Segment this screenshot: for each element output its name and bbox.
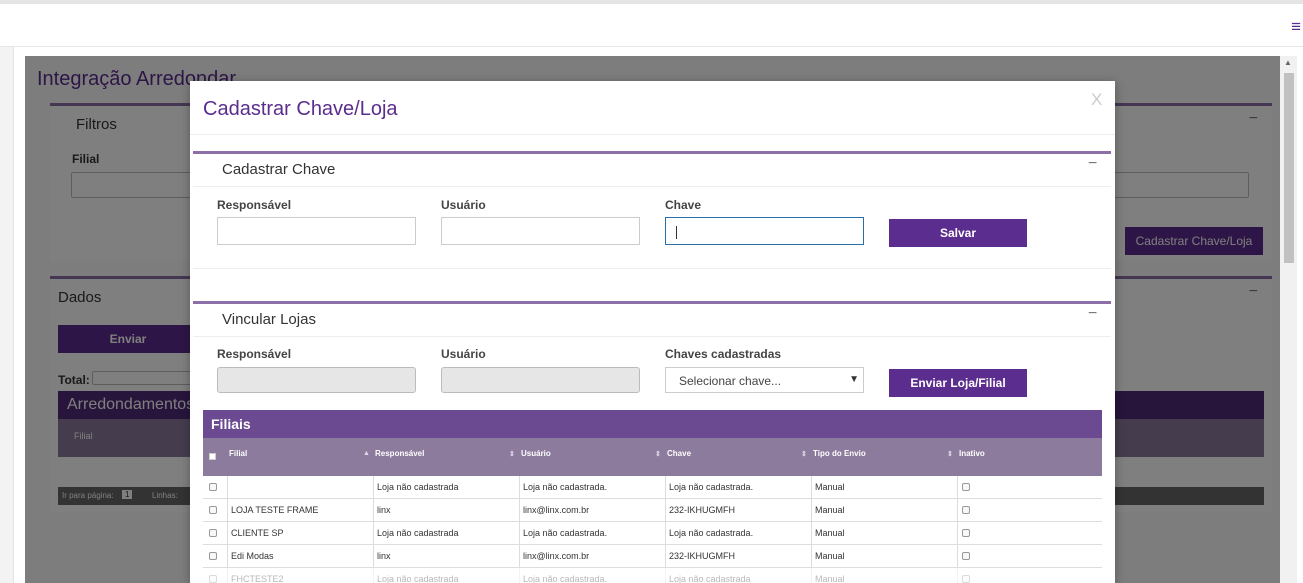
column-header-chave[interactable]: Chave ⇕ (665, 438, 811, 476)
table-row[interactable]: Edi Modas linx linx@linx.com.br 232-IKHUGMF… (203, 545, 1102, 568)
table-cell: Manual (811, 522, 957, 545)
page-scrollbar[interactable]: ▲ (1280, 56, 1297, 583)
table-cell (957, 545, 1102, 568)
hamburger-menu-icon[interactable]: ≡ (1291, 18, 1301, 35)
table-cell: Loja não cadastrada. (519, 522, 665, 545)
table-cell: Loja não cadastrada (665, 568, 811, 583)
table-cell: 232-IKHUGMFH (665, 545, 811, 568)
table-cell: Manual (811, 476, 957, 499)
select-value: Selecionar chave... (679, 374, 782, 388)
responsavel-input[interactable] (217, 217, 416, 245)
filiais-grid-body: Loja não cadastrada Loja não cadastrada. L… (203, 476, 1102, 583)
table-cell: linx@linx.com.br (519, 499, 665, 522)
table-cell (227, 476, 373, 499)
sort-icon: ⇕ (655, 451, 661, 458)
responsavel-label: Responsável (217, 198, 292, 212)
table-cell: Manual (811, 499, 957, 522)
table-cell: LOJA TESTE FRAME (227, 499, 373, 522)
enviar-loja-filial-button[interactable]: Enviar Loja/Filial (889, 369, 1027, 397)
table-cell: FHCTESTE2 (227, 568, 373, 583)
table-cell (957, 499, 1102, 522)
column-header-inativo[interactable]: Inativo (957, 438, 1102, 476)
row-checkbox[interactable] (209, 575, 217, 583)
table-cell (957, 476, 1102, 499)
section-divider (193, 186, 1111, 187)
close-icon[interactable]: X (1091, 90, 1102, 110)
table-cell: Loja não cadastrada. (519, 476, 665, 499)
row-checkbox[interactable] (209, 552, 217, 560)
section-bottom-divider (193, 268, 1111, 269)
vincular-lojas-minimize-icon[interactable]: − (1088, 305, 1097, 323)
vincular-responsavel-input (217, 367, 416, 393)
column-header-tipo-envio[interactable]: Tipo do Envio ⇕ (811, 438, 957, 476)
cadastrar-chave-section: Cadastrar Chave − (193, 151, 1111, 269)
table-row[interactable]: CLIENTE SP Loja não cadastrada Loja não ca… (203, 522, 1102, 545)
cadastrar-chave-loja-modal: Cadastrar Chave/Loja X Cadastrar Chave −… (190, 81, 1115, 583)
table-cell: Loja não cadastrada (373, 568, 519, 583)
modal-title: Cadastrar Chave/Loja (203, 98, 398, 120)
table-cell: Loja não cadastrada (373, 522, 519, 545)
table-row[interactable]: Loja não cadastrada Loja não cadastrada. L… (203, 476, 1102, 499)
usuario-input[interactable] (441, 217, 640, 245)
section-divider (193, 336, 1111, 337)
filiais-grid-title: Filiais (203, 410, 1102, 438)
filiais-grid-header: Filial ▲ Responsável ⇕ Usuário ⇕ Chave ⇕… (203, 438, 1102, 476)
scroll-thumb[interactable] (1284, 73, 1294, 263)
vincular-responsavel-label: Responsável (217, 347, 292, 361)
table-cell: linx (373, 499, 519, 522)
table-cell: Loja não cadastrada. (665, 522, 811, 545)
sort-asc-icon: ▲ (363, 450, 370, 457)
select-all-checkbox[interactable] (209, 453, 216, 460)
inativo-checkbox[interactable] (962, 483, 970, 491)
cadastrar-chave-title: Cadastrar Chave (222, 161, 336, 178)
column-header-filial[interactable]: Filial ▲ (227, 438, 373, 476)
vincular-usuario-input (441, 367, 640, 393)
sort-icon: ⇕ (801, 451, 807, 458)
table-cell: Loja não cadastrada. (665, 476, 811, 499)
scroll-up-icon[interactable]: ▲ (1284, 58, 1292, 67)
usuario-label: Usuário (441, 198, 486, 212)
vincular-usuario-label: Usuário (441, 347, 486, 361)
table-row[interactable]: FHCTESTE2 Loja não cadastrada Loja não cad… (203, 568, 1102, 583)
text-caret (676, 226, 677, 239)
row-checkbox[interactable] (209, 506, 217, 514)
table-cell: CLIENTE SP (227, 522, 373, 545)
table-cell (957, 522, 1102, 545)
chaves-cadastradas-select[interactable]: Selecionar chave... ▼ (665, 367, 864, 393)
table-cell: linx (373, 545, 519, 568)
top-bar: ≡ (0, 0, 1303, 47)
sort-icon: ⇕ (509, 451, 515, 458)
table-cell: Manual (811, 545, 957, 568)
table-cell: Loja não cadastrada. (519, 568, 665, 583)
table-cell: Edi Modas (227, 545, 373, 568)
column-header-responsavel[interactable]: Responsável ⇕ (373, 438, 519, 476)
inativo-checkbox[interactable] (962, 575, 970, 583)
chave-label: Chave (665, 198, 702, 212)
column-header-usuario[interactable]: Usuário ⇕ (519, 438, 665, 476)
chaves-cadastradas-label: Chaves cadastradas (665, 347, 782, 361)
salvar-button[interactable]: Salvar (889, 219, 1027, 247)
cadastrar-chave-minimize-icon[interactable]: − (1088, 155, 1097, 173)
vincular-lojas-title: Vincular Lojas (222, 311, 316, 328)
modal-header-divider (190, 134, 1115, 135)
table-row[interactable]: LOJA TESTE FRAME linx linx@linx.com.br 232-… (203, 499, 1102, 522)
chave-input[interactable] (665, 217, 864, 245)
chevron-down-icon: ▼ (849, 374, 859, 385)
table-cell: Manual (811, 568, 957, 583)
row-checkbox[interactable] (209, 483, 217, 491)
sort-icon: ⇕ (947, 451, 953, 458)
row-checkbox[interactable] (209, 529, 217, 537)
inativo-checkbox[interactable] (962, 506, 970, 514)
inativo-checkbox[interactable] (962, 552, 970, 560)
table-cell: linx@linx.com.br (519, 545, 665, 568)
table-cell (957, 568, 1102, 583)
inativo-checkbox[interactable] (962, 529, 970, 537)
left-gutter (0, 47, 14, 583)
table-cell: 232-IKHUGMFH (665, 499, 811, 522)
table-cell: Loja não cadastrada (373, 476, 519, 499)
